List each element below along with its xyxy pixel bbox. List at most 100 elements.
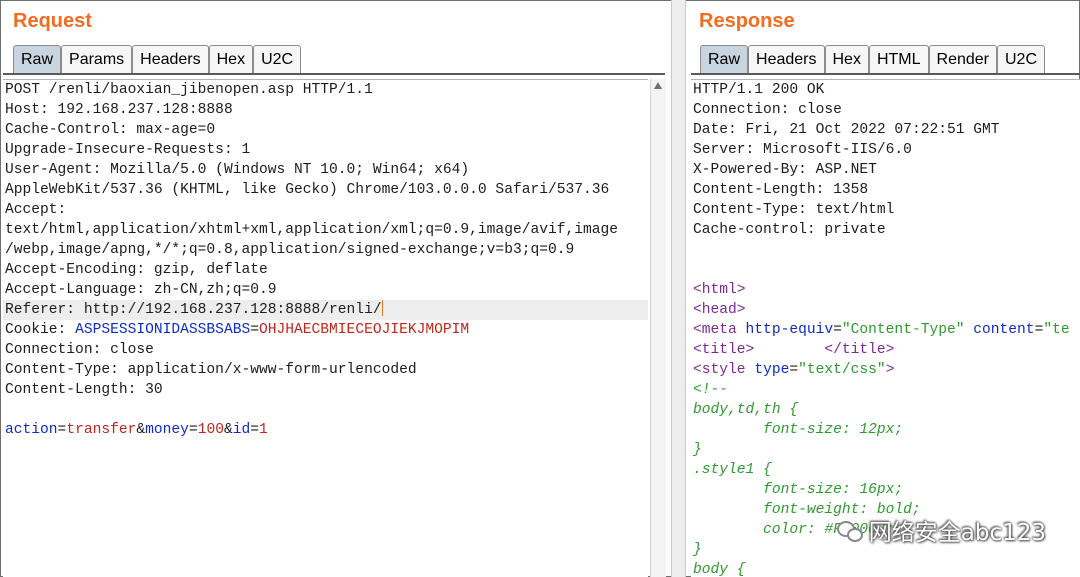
request-vertical-scrollbar[interactable] — [650, 79, 666, 577]
request-line: Upgrade-Insecure-Requests: 1 — [3, 140, 648, 160]
response-text-segment: } — [693, 442, 702, 458]
response-line: body { — [691, 560, 1080, 577]
response-tab-headers[interactable]: Headers — [748, 45, 825, 73]
text-cursor — [381, 300, 383, 316]
response-line: <meta http-equiv="Content-Type" content=… — [691, 320, 1080, 340]
response-tab-raw[interactable]: Raw — [700, 45, 749, 73]
request-tab-hex[interactable]: Hex — [208, 45, 254, 73]
response-text-segment: Content-Length: 1358 — [693, 182, 869, 198]
response-text-segment: Date: Fri, 21 Oct 2022 07:22:51 GMT — [693, 122, 1000, 138]
response-text-segment: body { — [693, 562, 746, 577]
response-line: font-size: 16px; — [691, 480, 1080, 500]
request-tab-headers[interactable]: Headers — [132, 45, 209, 73]
response-line — [691, 240, 1080, 260]
response-line: Connection: close — [691, 100, 1080, 120]
request-text-segment: Host: 192.168.237.128:8888 — [5, 102, 233, 118]
request-text-segment: Connection: close — [5, 342, 154, 358]
response-text-segment: .style1 { — [693, 462, 772, 478]
request-tab-raw[interactable]: Raw — [13, 45, 62, 73]
request-line: Content-Length: 30 — [3, 380, 648, 400]
request-tab-u2c[interactable]: U2C — [253, 45, 302, 73]
request-text-segment: 1 — [259, 422, 268, 438]
scroll-up-arrow-icon[interactable] — [654, 82, 662, 89]
request-text-segment: action — [5, 422, 58, 438]
response-line: <html> — [691, 280, 1080, 300]
response-text-segment: > — [885, 362, 895, 378]
response-text-segment: http-equiv — [745, 322, 834, 338]
request-text-segment: /webp,image/apng,*/*;q=0.8,application/s… — [5, 242, 575, 258]
response-text-segment: <title> — [693, 342, 755, 358]
response-line: .style1 { — [691, 460, 1080, 480]
request-tab-bar: Raw Params Headers Hex U2C — [13, 45, 302, 73]
response-text-segment: Server: Microsoft-IIS/6.0 — [693, 142, 912, 158]
response-tab-u2c[interactable]: U2C — [997, 45, 1046, 73]
request-line: text/html,application/xhtml+xml,applicat… — [3, 220, 648, 240]
response-text-segment: "Content-Type" — [841, 322, 965, 338]
request-text-segment: Cache-Control: max-age=0 — [5, 122, 216, 138]
request-tab-params[interactable]: Params — [61, 45, 133, 73]
response-tab-bar: Raw Headers Hex HTML Render U2C — [700, 45, 1046, 73]
response-text-segment: } — [693, 542, 702, 558]
request-text-segment: Content-Type: application/x-www-form-url… — [5, 362, 417, 378]
response-text-segment: Cache-control: private — [693, 222, 886, 238]
response-text-segment: <!-- — [693, 382, 729, 398]
response-line: <style type="text/css"> — [691, 360, 1080, 380]
response-text-segment: <style — [693, 362, 755, 378]
request-text-segment: 100 — [197, 422, 224, 438]
response-text-segment: Connection: close — [693, 102, 842, 118]
request-text-segment: Upgrade-Insecure-Requests: 1 — [5, 142, 251, 158]
request-text-segment: Accept: — [5, 202, 67, 218]
response-pane: Response Raw Headers Hex HTML Render U2C HTTP… — [684, 0, 1080, 577]
response-line: HTTP/1.1 200 OK — [691, 80, 1080, 100]
response-text-segment: <meta — [693, 322, 746, 338]
response-line: font-size: 12px; — [691, 420, 1080, 440]
request-line: Cookie: ASPSESSIONIDASSBSABS=OHJHAECBMIE… — [3, 320, 648, 340]
response-text-segment: font-size: 16px; — [693, 482, 904, 498]
response-line: <!-- — [691, 380, 1080, 400]
request-text-segment: AppleWebKit/537.36 (KHTML, like Gecko) C… — [5, 182, 610, 198]
request-text-segment: Referer: http://192.168.237.128:8888/ren… — [5, 302, 382, 318]
wechat-logo-icon — [836, 519, 863, 542]
request-line: Accept: — [3, 200, 648, 220]
response-text-segment: = — [833, 322, 842, 338]
request-text-segment: OHJHAECBMIECEOJIEKJMOPIM — [258, 322, 470, 338]
response-text-segment: <html> — [693, 282, 746, 298]
response-line: Content-Length: 1358 — [691, 180, 1080, 200]
response-raw-editor[interactable]: HTTP/1.1 200 OK Connection: close Date: Fr… — [691, 79, 1080, 577]
response-text-segment: </title> — [824, 342, 895, 358]
request-text-segment: & — [136, 422, 146, 438]
request-line: Host: 192.168.237.128:8888 — [3, 100, 648, 120]
request-raw-editor[interactable]: POST /renli/baoxian_jibenopen.asp HTTP/1… — [3, 79, 648, 577]
request-line: Referer: http://192.168.237.128:8888/ren… — [3, 300, 648, 320]
response-line: Cache-control: private — [691, 220, 1080, 240]
request-line: Connection: close — [3, 340, 648, 360]
response-line: <title> </title> — [691, 340, 1080, 360]
response-tab-hex[interactable]: Hex — [824, 45, 869, 73]
request-text-segment: Content-Length: 30 — [5, 382, 163, 398]
request-text-segment: = — [188, 422, 198, 438]
request-text-segment: ASPSESSIONIDASSBSABS — [75, 322, 251, 338]
response-tab-html[interactable]: HTML — [868, 45, 929, 73]
request-text-segment: POST /renli/baoxian_jibenopen.asp HTTP/1… — [5, 82, 373, 98]
request-line: Content-Type: application/x-www-form-url… — [3, 360, 648, 380]
request-text-segment: = — [250, 422, 260, 438]
response-text-segment — [754, 342, 824, 358]
request-line: Cache-Control: max-age=0 — [3, 120, 648, 140]
request-text-segment: Accept-Language: zh-CN,zh;q=0.9 — [5, 282, 277, 298]
response-text-segment: "te — [1043, 322, 1070, 338]
response-tab-render[interactable]: Render — [928, 45, 997, 73]
response-text-segment: "text/css" — [798, 362, 886, 378]
watermark: 网络安全abc123 — [836, 513, 1046, 547]
response-text-segment: <head> — [693, 302, 746, 318]
response-text-segment: HTTP/1.1 200 OK — [693, 82, 825, 98]
request-text-segment: text/html,application/xhtml+xml,applicat… — [5, 222, 619, 238]
request-line: Accept-Encoding: gzip, deflate — [3, 260, 648, 280]
response-line: body,td,th { — [691, 400, 1080, 420]
response-text-segment: X-Powered-By: ASP.NET — [693, 162, 877, 178]
watermark-text: 网络安全abc123 — [868, 520, 1046, 546]
response-line: } — [691, 440, 1080, 460]
response-line: Server: Microsoft-IIS/6.0 — [691, 140, 1080, 160]
response-text-segment: = — [789, 362, 799, 378]
response-line: Date: Fri, 21 Oct 2022 07:22:51 GMT — [691, 120, 1080, 140]
response-title: Response — [699, 10, 795, 32]
